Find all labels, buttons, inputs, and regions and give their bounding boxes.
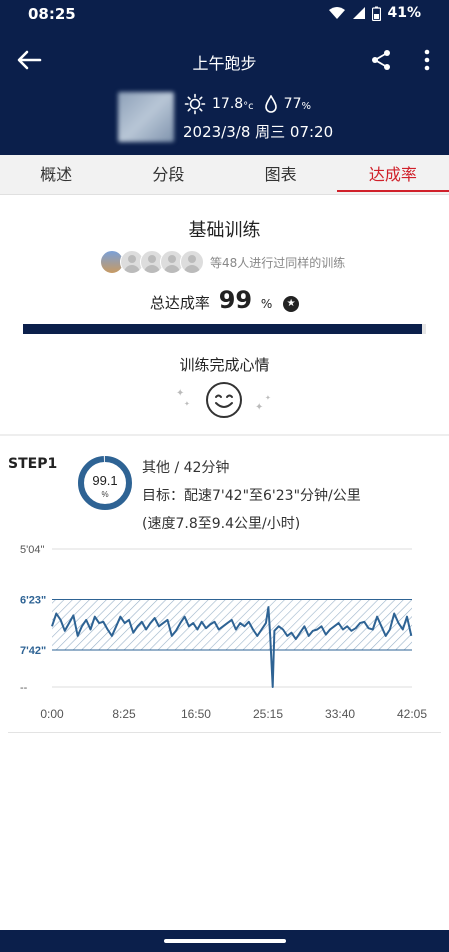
battery-icon xyxy=(372,6,382,21)
system-nav-bar xyxy=(0,930,449,952)
section-divider xyxy=(8,732,441,733)
y-tick-label: -- xyxy=(20,682,28,694)
tab-splits[interactable]: 分段 xyxy=(112,155,224,194)
sparkle-icon: ✦ xyxy=(265,394,271,402)
more-options-icon[interactable] xyxy=(417,48,437,72)
y-tick-label: 7'42" xyxy=(20,645,46,657)
tab-bar: 概述 分段 图表 达成率 xyxy=(0,155,449,195)
x-tick-label: 16:50 xyxy=(181,707,211,721)
participants-text: 等48人进行过同样的训练 xyxy=(210,255,346,270)
step-target-pace: 目标：配速7'42"至6'23"分钟/公里 xyxy=(142,488,361,504)
sparkle-icon: ✦ xyxy=(184,400,190,408)
achievement-summary: 基础训练 等48人进行过同样的训练 总达成率 99 % ★ 训练完成心情 ✦ ✦… xyxy=(0,196,449,434)
x-tick-label: 0:00 xyxy=(40,707,64,721)
step-rate-value: 99.1 xyxy=(92,473,117,488)
signal-icon xyxy=(353,7,366,19)
temperature-value: 17.8 xyxy=(212,96,244,112)
tab-overview[interactable]: 概述 xyxy=(0,155,112,194)
step-target-speed: (速度7.8至9.4公里/小时) xyxy=(142,516,301,532)
humidity-drop-icon xyxy=(264,95,277,113)
total-rate-progress-fill xyxy=(23,324,422,334)
humidity-unit: % xyxy=(301,100,312,112)
person-icon xyxy=(184,255,200,273)
participant-avatar xyxy=(180,250,204,274)
app-screen: 08:25 41% 上午跑步 17.8 °c 77 % 2023/3/8 周三 … xyxy=(0,0,449,952)
workout-datetime: 2023/3/8 周三 07:20 xyxy=(183,123,334,141)
tab-charts[interactable]: 图表 xyxy=(225,155,337,194)
route-thumbnail[interactable] xyxy=(118,92,174,142)
star-badge-icon[interactable]: ★ xyxy=(283,296,300,312)
step-activity: 其他 / 42分钟 xyxy=(142,460,230,476)
smiley-face-icon[interactable] xyxy=(205,381,243,419)
mood-title: 训练完成心情 xyxy=(179,356,270,374)
home-gesture-handle[interactable] xyxy=(164,939,286,943)
total-rate-progress-bar xyxy=(23,324,426,334)
temperature-unit: °c xyxy=(243,100,254,112)
tab-achievement[interactable]: 达成率 xyxy=(336,155,449,194)
status-icons: 41% xyxy=(328,5,421,21)
sparkle-icon: ✦ xyxy=(176,388,185,399)
participants-row[interactable]: 等48人进行过同样的训练 xyxy=(100,250,345,274)
y-tick-label: 6'23" xyxy=(20,594,46,606)
humidity-value: 77 xyxy=(283,96,302,112)
step-rate-ring: 99.1 % xyxy=(78,456,132,510)
app-bar: 上午跑步 xyxy=(0,40,449,80)
wifi-icon xyxy=(329,7,346,19)
battery-level: 41% xyxy=(387,5,421,21)
x-tick-label: 8:25 xyxy=(112,707,136,721)
x-tick-label: 25:15 xyxy=(253,707,283,721)
y-tick-label: 5'04" xyxy=(20,544,44,556)
x-tick-label: 33:40 xyxy=(325,707,355,721)
share-icon[interactable] xyxy=(369,48,393,72)
training-title: 基础训练 xyxy=(188,220,261,241)
step-card: STEP1 99.1 % 其他 / 42分钟 目标：配速7'42"至6'23"分… xyxy=(0,436,449,736)
sun-icon xyxy=(184,93,206,115)
total-rate-unit: % xyxy=(260,297,273,311)
pace-chart: 5'04" 6'23" 7'42" -- 0:00 8:25 16:50 25:15 33:4… xyxy=(20,544,427,721)
total-rate-value: 99 xyxy=(218,286,253,314)
status-time: 08:25 xyxy=(28,5,76,23)
total-rate-row: 总达成率 99 % ★ xyxy=(0,286,449,314)
x-tick-label: 42:05 xyxy=(397,707,427,721)
step-rate-unit: % xyxy=(101,490,108,499)
header: 08:25 41% 上午跑步 17.8 °c 77 % 2023/3/8 周三 … xyxy=(0,0,449,155)
status-bar: 08:25 41% xyxy=(0,0,449,30)
weather-info: 17.8 °c 77 % xyxy=(184,93,311,115)
step-label: STEP1 xyxy=(8,456,58,472)
sparkle-icon: ✦ xyxy=(255,402,264,413)
total-rate-label: 总达成率 xyxy=(149,294,210,312)
